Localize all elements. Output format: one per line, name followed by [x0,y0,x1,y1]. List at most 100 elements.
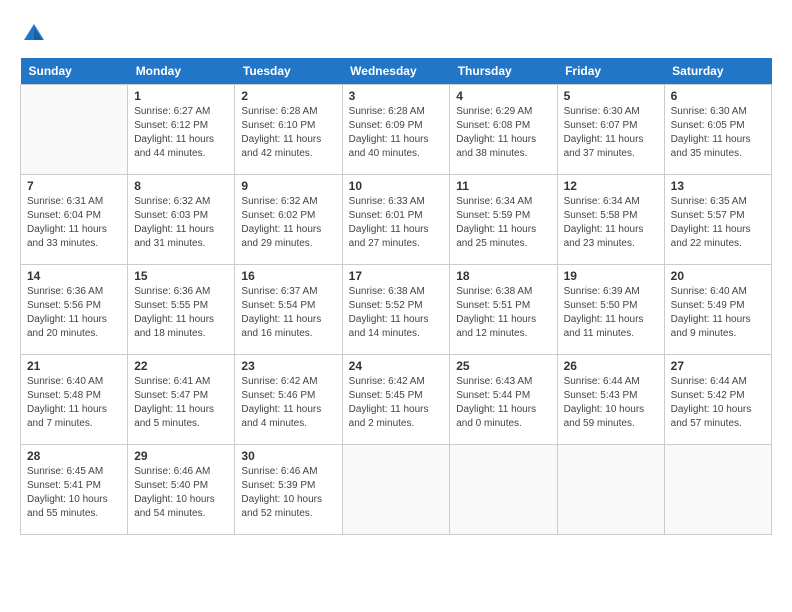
day-number: 6 [671,89,765,103]
day-number: 30 [241,449,335,463]
day-info: Sunrise: 6:29 AM Sunset: 6:08 PM Dayligh… [456,105,550,161]
calendar-cell: 9Sunrise: 6:32 AM Sunset: 6:02 PM Daylig… [235,175,342,265]
day-info: Sunrise: 6:46 AM Sunset: 5:40 PM Dayligh… [134,465,228,521]
calendar-cell: 6 Sunrise: 6:30 AM Sunset: 6:05 PM Daylig… [664,85,771,175]
calendar-cell [21,85,128,175]
day-number: 3 [349,89,444,103]
day-number: 20 [671,269,765,283]
calendar-cell: 19 Sunrise: 6:39 AM Sunset: 5:50 PM Dayli… [557,265,664,355]
calendar-cell [557,445,664,535]
calendar-cell: 24 Sunrise: 6:42 AM Sunset: 5:45 PM Dayli… [342,355,450,445]
calendar-cell: 22Sunrise: 6:41 AM Sunset: 5:47 PM Dayli… [128,355,235,445]
day-info: Sunrise: 6:44 AM Sunset: 5:42 PM Dayligh… [671,375,765,431]
calendar-cell: 29 Sunrise: 6:46 AM Sunset: 5:40 PM Dayli… [128,445,235,535]
calendar-cell: 18 Sunrise: 6:38 AM Sunset: 5:51 PM Dayli… [450,265,557,355]
calendar-cell: 13 Sunrise: 6:35 AM Sunset: 5:57 PM Dayli… [664,175,771,265]
day-number: 16 [241,269,335,283]
weekday-header-tuesday: Tuesday [235,58,342,85]
day-number: 25 [456,359,550,373]
day-number: 1 [134,89,228,103]
day-info: Sunrise: 6:31 AM Sunset: 6:04 PM Dayligh… [27,195,121,251]
day-number: 29 [134,449,228,463]
day-info: Sunrise: 6:37 AM Sunset: 5:54 PM Dayligh… [241,285,335,341]
calendar-cell: 8Sunrise: 6:32 AM Sunset: 6:03 PM Daylig… [128,175,235,265]
day-info: Sunrise: 6:39 AM Sunset: 5:50 PM Dayligh… [564,285,658,341]
day-info: Sunrise: 6:45 AM Sunset: 5:41 PM Dayligh… [27,465,121,521]
day-info: Sunrise: 6:30 AM Sunset: 6:07 PM Dayligh… [564,105,658,161]
day-number: 24 [349,359,444,373]
day-number: 14 [27,269,121,283]
weekday-header-thursday: Thursday [450,58,557,85]
page-header [20,20,772,48]
weekday-header-sunday: Sunday [21,58,128,85]
day-info: Sunrise: 6:27 AM Sunset: 6:12 PM Dayligh… [134,105,228,161]
day-info: Sunrise: 6:44 AM Sunset: 5:43 PM Dayligh… [564,375,658,431]
day-number: 7 [27,179,121,193]
day-number: 17 [349,269,444,283]
day-number: 9 [241,179,335,193]
calendar-cell: 17 Sunrise: 6:38 AM Sunset: 5:52 PM Dayli… [342,265,450,355]
calendar-cell: 2Sunrise: 6:28 AM Sunset: 6:10 PM Daylig… [235,85,342,175]
day-number: 2 [241,89,335,103]
calendar-cell: 26 Sunrise: 6:44 AM Sunset: 5:43 PM Dayli… [557,355,664,445]
calendar-week-row: 28 Sunrise: 6:45 AM Sunset: 5:41 PM Dayli… [21,445,772,535]
day-number: 28 [27,449,121,463]
calendar-cell: 7 Sunrise: 6:31 AM Sunset: 6:04 PM Daylig… [21,175,128,265]
calendar-cell [450,445,557,535]
day-info: Sunrise: 6:38 AM Sunset: 5:51 PM Dayligh… [456,285,550,341]
day-info: Sunrise: 6:30 AM Sunset: 6:05 PM Dayligh… [671,105,765,161]
calendar-week-row: 7 Sunrise: 6:31 AM Sunset: 6:04 PM Daylig… [21,175,772,265]
day-info: Sunrise: 6:42 AM Sunset: 5:46 PM Dayligh… [241,375,335,431]
weekday-header-row: SundayMondayTuesdayWednesdayThursdayFrid… [21,58,772,85]
day-info: Sunrise: 6:28 AM Sunset: 6:09 PM Dayligh… [349,105,444,161]
day-info: Sunrise: 6:36 AM Sunset: 5:56 PM Dayligh… [27,285,121,341]
day-info: Sunrise: 6:35 AM Sunset: 5:57 PM Dayligh… [671,195,765,251]
day-info: Sunrise: 6:46 AM Sunset: 5:39 PM Dayligh… [241,465,335,521]
calendar-table: SundayMondayTuesdayWednesdayThursdayFrid… [20,58,772,535]
calendar-cell: 11Sunrise: 6:34 AM Sunset: 5:59 PM Dayli… [450,175,557,265]
calendar-cell: 25 Sunrise: 6:43 AM Sunset: 5:44 PM Dayli… [450,355,557,445]
calendar-cell: 16 Sunrise: 6:37 AM Sunset: 5:54 PM Dayli… [235,265,342,355]
day-info: Sunrise: 6:40 AM Sunset: 5:48 PM Dayligh… [27,375,121,431]
day-info: Sunrise: 6:42 AM Sunset: 5:45 PM Dayligh… [349,375,444,431]
calendar-cell: 5 Sunrise: 6:30 AM Sunset: 6:07 PM Daylig… [557,85,664,175]
day-info: Sunrise: 6:34 AM Sunset: 5:58 PM Dayligh… [564,195,658,251]
day-number: 13 [671,179,765,193]
calendar-cell: 12 Sunrise: 6:34 AM Sunset: 5:58 PM Dayli… [557,175,664,265]
calendar-cell: 30 Sunrise: 6:46 AM Sunset: 5:39 PM Dayli… [235,445,342,535]
day-info: Sunrise: 6:36 AM Sunset: 5:55 PM Dayligh… [134,285,228,341]
calendar-cell [664,445,771,535]
day-number: 22 [134,359,228,373]
calendar-cell: 27 Sunrise: 6:44 AM Sunset: 5:42 PM Dayli… [664,355,771,445]
day-info: Sunrise: 6:33 AM Sunset: 6:01 PM Dayligh… [349,195,444,251]
day-info: Sunrise: 6:43 AM Sunset: 5:44 PM Dayligh… [456,375,550,431]
calendar-cell: 20 Sunrise: 6:40 AM Sunset: 5:49 PM Dayli… [664,265,771,355]
day-info: Sunrise: 6:38 AM Sunset: 5:52 PM Dayligh… [349,285,444,341]
calendar-cell: 4Sunrise: 6:29 AM Sunset: 6:08 PM Daylig… [450,85,557,175]
day-info: Sunrise: 6:34 AM Sunset: 5:59 PM Dayligh… [456,195,550,251]
day-info: Sunrise: 6:40 AM Sunset: 5:49 PM Dayligh… [671,285,765,341]
calendar-cell: 23 Sunrise: 6:42 AM Sunset: 5:46 PM Dayli… [235,355,342,445]
calendar-week-row: 14 Sunrise: 6:36 AM Sunset: 5:56 PM Dayli… [21,265,772,355]
calendar-cell: 15 Sunrise: 6:36 AM Sunset: 5:55 PM Dayli… [128,265,235,355]
calendar-cell [342,445,450,535]
day-number: 10 [349,179,444,193]
day-number: 23 [241,359,335,373]
calendar-cell: 28 Sunrise: 6:45 AM Sunset: 5:41 PM Dayli… [21,445,128,535]
weekday-header-wednesday: Wednesday [342,58,450,85]
day-number: 15 [134,269,228,283]
calendar-cell: 3 Sunrise: 6:28 AM Sunset: 6:09 PM Daylig… [342,85,450,175]
logo-icon [20,20,48,48]
day-number: 5 [564,89,658,103]
weekday-header-friday: Friday [557,58,664,85]
day-number: 18 [456,269,550,283]
day-number: 8 [134,179,228,193]
logo [20,20,50,48]
day-number: 19 [564,269,658,283]
calendar-cell: 1 Sunrise: 6:27 AM Sunset: 6:12 PM Daylig… [128,85,235,175]
day-number: 12 [564,179,658,193]
day-number: 26 [564,359,658,373]
day-number: 21 [27,359,121,373]
calendar-cell: 10 Sunrise: 6:33 AM Sunset: 6:01 PM Dayli… [342,175,450,265]
day-number: 27 [671,359,765,373]
